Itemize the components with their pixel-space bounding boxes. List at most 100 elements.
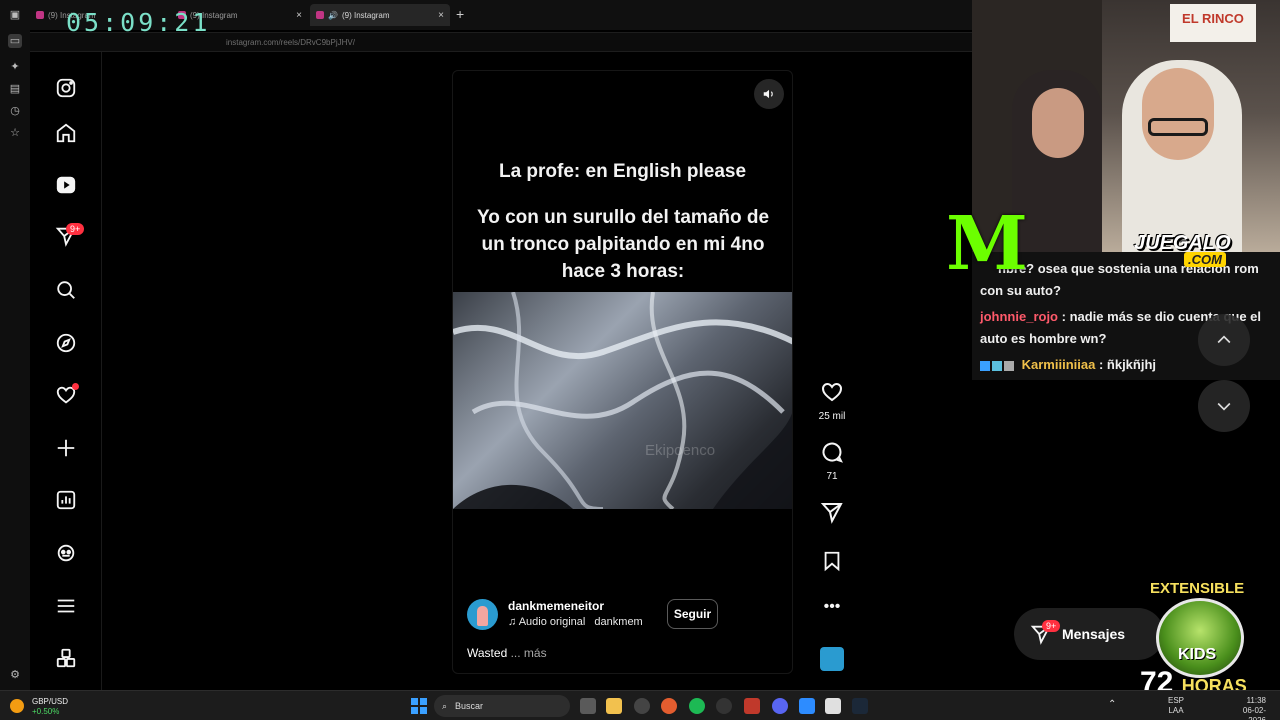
save-button[interactable] (810, 550, 854, 577)
juegalo-logo: JUEGALO .COM (1134, 232, 1274, 272)
apps-icon[interactable] (52, 644, 80, 672)
share-button[interactable] (810, 500, 854, 529)
notifications-badge: 9+ (66, 223, 85, 235)
tray-chevron-icon[interactable]: ⌃ (1108, 699, 1116, 710)
author-avatar[interactable] (467, 599, 498, 630)
history-icon[interactable]: ◷ (8, 104, 22, 118)
chat-message: auto es hombre wn? (980, 328, 1106, 350)
tray-time: 11:38 (1246, 696, 1266, 705)
file-explorer-icon[interactable] (606, 698, 622, 714)
system-tray: ⌃ ESP LAA 11:38 06-02-2026 (1104, 691, 1280, 720)
tray-date: 06-02-2026 (1242, 706, 1266, 720)
ticker-name: GBP/USD (32, 697, 69, 706)
threads-icon[interactable] (52, 539, 80, 567)
create-icon[interactable] (52, 434, 80, 462)
chat-username: johnnie_rojo (980, 309, 1058, 324)
instagram-favicon-icon (36, 11, 44, 19)
pinboard-icon[interactable]: ▤ (8, 82, 22, 96)
mute-button[interactable] (754, 79, 784, 109)
home-icon[interactable] (52, 119, 80, 147)
instagram-logo-icon[interactable] (52, 74, 80, 102)
bookmarks-icon[interactable]: ☆ (8, 126, 22, 140)
lang-top: ESP (1168, 696, 1185, 705)
tab-instagram-active[interactable]: 🔊 (9) Instagram × (310, 4, 450, 26)
app-icon[interactable] (716, 698, 732, 714)
taskbar-search[interactable]: ⌕ Buscar (434, 695, 570, 717)
like-button[interactable]: 25 mil (810, 380, 854, 422)
juegalo-text: JUEGALO (1134, 232, 1231, 254)
spotify-icon[interactable] (689, 698, 705, 714)
reel-caption-line2: Yo con un surullo del tamaño de un tronc… (476, 207, 770, 282)
ticker-widget[interactable]: GBP/USD +0.50% (10, 695, 80, 717)
send-icon (820, 503, 843, 524)
task-view-icon[interactable] (580, 698, 596, 714)
author-username[interactable]: dankmemeneitor (508, 599, 604, 613)
workspaces-icon[interactable]: ▣ (8, 8, 22, 22)
video-watermark: Ekipoenco (645, 442, 716, 459)
explore-icon[interactable] (52, 329, 80, 357)
new-tab-button[interactable]: + (456, 6, 464, 22)
browser-sidebar: ▣ ▭ ✦ ▤ ◷ ☆ ⚙ (0, 9, 30, 690)
video-texture (453, 292, 792, 509)
search-icon: ⌕ (442, 700, 448, 711)
prev-reel-button[interactable] (1198, 314, 1250, 366)
steam-icon[interactable] (852, 698, 868, 714)
windows-start-icon[interactable] (411, 698, 427, 714)
screen: (9) Instagram (9) Instagram × 🔊 (9) Inst… (0, 0, 1280, 720)
next-reel-button[interactable] (1198, 380, 1250, 432)
ticker-change: +0.50% (32, 707, 60, 716)
bookmark-icon (824, 551, 840, 572)
sidebar-toggle-icon[interactable]: ▭ (8, 34, 22, 48)
extensible-logo: EXTENSIBLE KIDS 72 HORAS (1140, 580, 1280, 699)
address-bar[interactable]: instagram.com/reels/DRvC9bPjJHV/ (30, 32, 972, 52)
chevron-down-icon (1217, 402, 1231, 411)
chat-username: Karmiiiniiaa (1021, 357, 1096, 372)
ai-icon[interactable]: ✦ (8, 60, 22, 74)
menu-icon[interactable] (52, 592, 80, 620)
app-icon[interactable] (799, 698, 815, 714)
speaker-icon: 🔊 (328, 10, 338, 20)
reel-description[interactable]: Wasted ... más (467, 646, 547, 660)
monster-logo: M (946, 201, 1028, 287)
more-options-button[interactable]: ••• (810, 598, 854, 616)
close-tab-icon[interactable]: × (296, 10, 302, 21)
discord-icon[interactable] (772, 698, 788, 714)
webcam-face-right (1142, 68, 1214, 160)
ext-title: EXTENSIBLE (1150, 580, 1245, 597)
audio-info[interactable]: ♫ Audio original dankmem (508, 616, 643, 628)
music-note-icon: ♫ (508, 616, 517, 628)
instagram-favicon-icon (316, 11, 324, 19)
heart-icon (821, 382, 843, 402)
follow-button[interactable]: Seguir (667, 599, 718, 629)
windows-taskbar: GBP/USD +0.50% ⌕ Buscar ⌃ ESP LAA 11:38 … (0, 690, 1280, 720)
audio-thumbnail[interactable] (820, 647, 844, 671)
activity-dot (72, 383, 79, 390)
instagram-nav: 9+ (30, 52, 102, 690)
webcam-face-left (1032, 88, 1084, 158)
chat-message: Karmiiiniiaa : ñkjkñjhj (980, 354, 1156, 376)
currency-icon (10, 699, 24, 713)
messages-badge: 9+ (1042, 620, 1061, 632)
dashboard-icon[interactable] (52, 486, 80, 514)
app-icon[interactable] (825, 698, 841, 714)
settings-icon[interactable]: ⚙ (8, 668, 22, 682)
more-link[interactable]: ... más (511, 646, 547, 660)
close-tab-icon[interactable]: × (438, 10, 444, 21)
reel-video-frame[interactable]: Ekipoenco (453, 292, 792, 509)
reel-card[interactable]: La profe: en English please Yo con un su… (452, 70, 793, 674)
tray-clock[interactable]: 11:38 06-02-2026 (1226, 696, 1266, 720)
webcam-sign: EL RINCO (1170, 4, 1256, 42)
chevron-up-icon (1217, 335, 1231, 344)
firefox-icon[interactable] (661, 698, 677, 714)
audio-label: Audio original (518, 616, 586, 628)
comment-button[interactable]: 71 (810, 440, 854, 482)
app-icon[interactable] (744, 698, 760, 714)
webcam-glasses (1148, 118, 1208, 136)
like-count: 25 mil (818, 411, 846, 422)
speaker-icon (763, 89, 773, 99)
chat-text: : ñkjkñjhj (1098, 357, 1157, 372)
search-icon[interactable] (52, 276, 80, 304)
reels-icon[interactable] (52, 171, 80, 199)
language-indicator[interactable]: ESP LAA (1168, 696, 1184, 716)
obs-icon[interactable] (634, 698, 650, 714)
